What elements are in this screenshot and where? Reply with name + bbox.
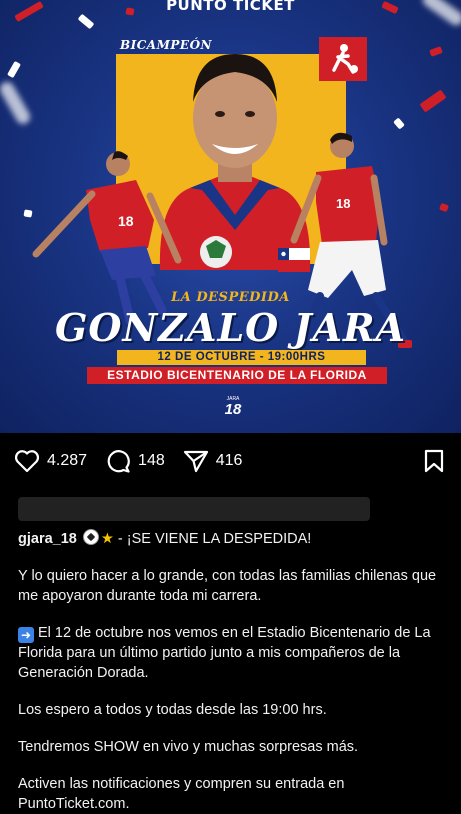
confetti-piece xyxy=(6,60,22,79)
comments-count: 148 xyxy=(138,452,165,469)
star-icon: ★ xyxy=(100,531,114,547)
confetti-piece xyxy=(77,13,95,30)
caption-paragraph: Los espero a todos y todas desde las 19:… xyxy=(18,702,327,718)
heart-icon xyxy=(14,450,40,473)
caption-username[interactable]: gjara_18 xyxy=(18,531,77,547)
caption-headline: gjara_18 ★ - ¡SE VIENE LA DESPEDIDA! xyxy=(18,529,443,549)
event-subtitle: LA DESPEDIDA xyxy=(171,290,290,305)
caption-paragraph: Y lo quiero hacer a lo grande, con todas… xyxy=(18,568,437,604)
send-icon xyxy=(183,450,208,473)
jersey-number: 18 xyxy=(118,213,134,229)
post-image[interactable]: PUNTO TICKET BICAMPEÓN 18 18 LA DESPEDID… xyxy=(0,0,461,433)
caption-paragraph-text: El 12 de octubre nos vemos en el Estadio… xyxy=(18,625,431,681)
jara-logo-number: 18 xyxy=(224,401,242,418)
share-button[interactable]: 416 xyxy=(183,449,243,473)
confetti-piece xyxy=(429,46,443,57)
bookmark-icon xyxy=(424,449,444,473)
event-title: GONZALO JARA xyxy=(54,305,407,350)
shares-count: 416 xyxy=(215,452,243,469)
jara-18-logo: JARA 18 xyxy=(219,396,247,420)
confetti-piece xyxy=(419,89,447,113)
likes-count: 4.287 xyxy=(47,452,88,469)
caption-paragraph: Tendremos SHOW en vivo y muchas sorpresa… xyxy=(18,739,359,755)
brand-logo: PUNTO TICKET xyxy=(166,0,295,14)
caption-paragraph: Activen las notificaciones y compren su … xyxy=(18,776,345,812)
caption-paragraph: ➜ El 12 de octubre nos vemos en el Estadi… xyxy=(18,623,443,683)
save-button[interactable] xyxy=(423,449,445,478)
caption-headline-text: - ¡SE VIENE LA DESPEDIDA! xyxy=(117,531,312,547)
comment-icon xyxy=(107,450,130,473)
event-date: 12 DE OCTUBRE - 19:00HRS xyxy=(117,350,366,365)
confetti-streak xyxy=(0,79,33,127)
like-button[interactable]: 4.287 xyxy=(14,449,87,473)
post-caption: gjara_18 ★ - ¡SE VIENE LA DESPEDIDA! Y l… xyxy=(0,521,461,814)
post-actions-bar: 4.287 148 416 xyxy=(0,433,461,489)
chile-flag-icon xyxy=(278,248,310,272)
event-venue: ESTADIO BICENTENARIO DE LA FLORIDA xyxy=(87,367,387,384)
soccer-player-icon xyxy=(319,37,367,81)
comment-button[interactable]: 148 xyxy=(105,448,165,474)
jersey-number: 18 xyxy=(336,196,350,211)
redacted-bar xyxy=(18,497,370,521)
confetti-piece xyxy=(439,202,449,213)
arrow-right-icon: ➜ xyxy=(18,627,34,643)
soccer-ball-icon xyxy=(82,529,99,545)
confetti-piece xyxy=(393,117,405,130)
